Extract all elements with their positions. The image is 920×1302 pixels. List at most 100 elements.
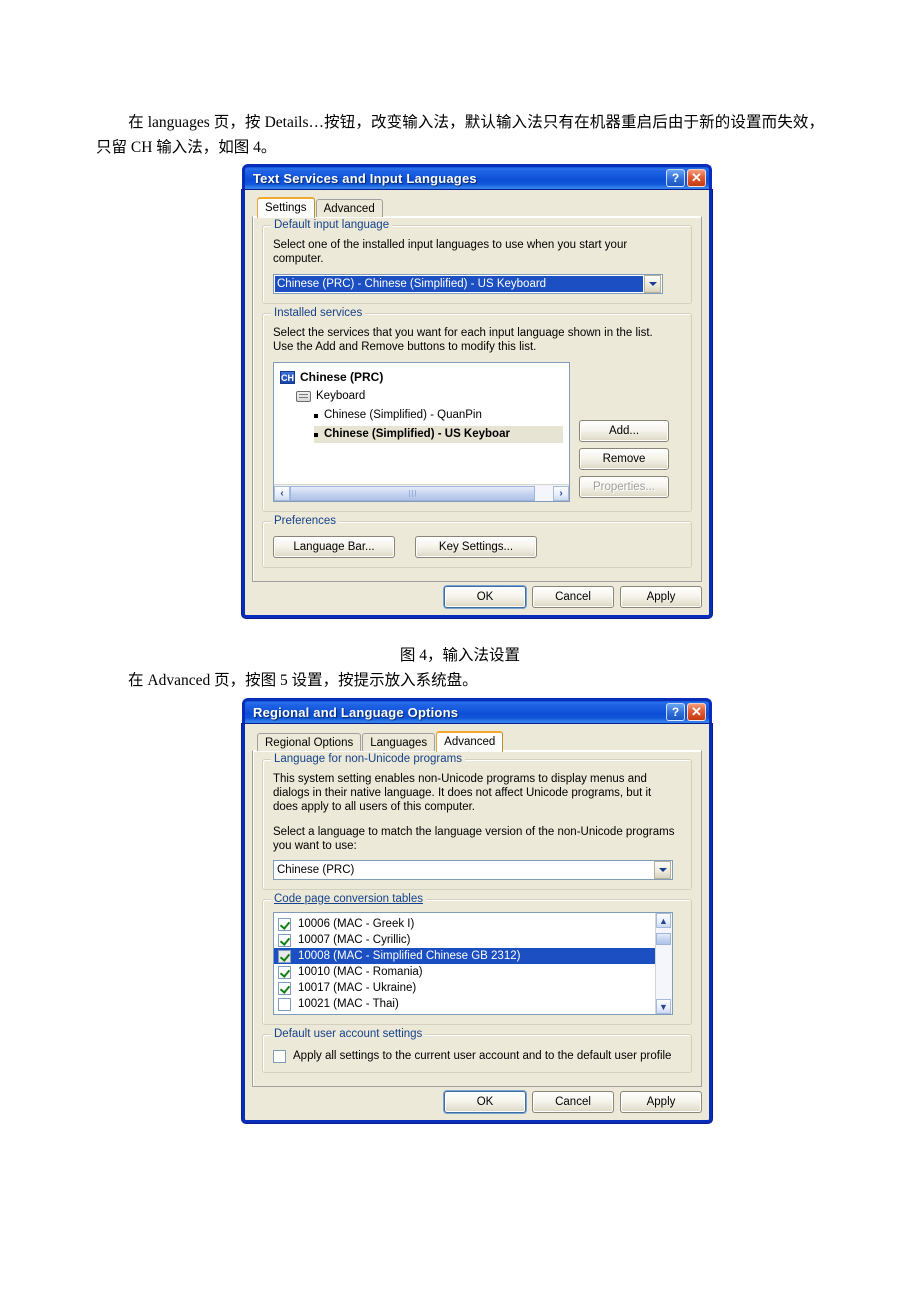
tree-keyboard-label: Keyboard	[316, 390, 366, 402]
dialog2-title: Regional and Language Options	[253, 705, 459, 720]
vscroll-thumb[interactable]	[656, 933, 671, 945]
ch-language-icon: CH	[280, 371, 295, 384]
checkbox-icon[interactable]	[278, 981, 291, 995]
checkbox-icon[interactable]	[278, 949, 291, 963]
default-input-language-value: Chinese (PRC) - Chinese (Simplified) - U…	[275, 276, 643, 292]
tree-service-quanpin[interactable]: Chinese (Simplified) - QuanPin	[314, 408, 563, 423]
list-item[interactable]: 10021 (MAC - Thai)	[274, 996, 672, 1012]
paragraph-intro: 在 languages 页，按 Details…按钮，改变输入法，默认输入法只有…	[96, 110, 824, 160]
tab-languages[interactable]: Languages	[362, 733, 436, 751]
key-settings-button[interactable]: Key Settings...	[415, 536, 537, 558]
non-unicode-language-value: Chinese (PRC)	[277, 864, 355, 876]
dialog1-footer-buttons: OK Cancel Apply	[252, 582, 702, 608]
list-item-label: 10008 (MAC - Simplified Chinese GB 2312)	[298, 950, 521, 962]
hscroll-track[interactable]	[290, 485, 553, 501]
group-default-input-language: Default input language Select one of the…	[262, 219, 692, 304]
help-icon[interactable]: ?	[666, 169, 685, 187]
code-page-listbox[interactable]: 10006 (MAC - Greek I) 10007 (MAC - Cyril…	[273, 912, 673, 1015]
figure-4-caption: 图 4，输入法设置	[399, 647, 521, 664]
dialog2-tabstrip: Regional Options Languages Advanced	[252, 730, 702, 752]
tab-advanced[interactable]: Advanced	[436, 731, 504, 752]
close-icon[interactable]: ✕	[687, 169, 706, 187]
list-item[interactable]: 10007 (MAC - Cyrillic)	[274, 932, 672, 948]
group-preferences: Preferences Language Bar... Key Settings…	[262, 515, 692, 568]
installed-services-treeview[interactable]: CH Chinese (PRC) Keyboard Chinese (Simpl…	[273, 362, 570, 502]
scroll-right-icon[interactable]: ›	[553, 485, 569, 501]
help-icon[interactable]: ?	[666, 703, 685, 721]
treeview-horizontal-scrollbar[interactable]: ‹ ›	[274, 484, 569, 501]
dialog1-window-buttons: ? ✕	[666, 169, 706, 187]
add-button[interactable]: Add...	[579, 420, 669, 442]
chevron-down-icon[interactable]	[654, 861, 671, 879]
default-input-language-description: Select one of the installed input langua…	[273, 239, 628, 265]
default-input-language-combobox[interactable]: Chinese (PRC) - Chinese (Simplified) - U…	[273, 274, 663, 294]
cancel-button[interactable]: Cancel	[532, 586, 614, 608]
ok-button[interactable]: OK	[444, 586, 526, 608]
tree-keyboard-node[interactable]: Keyboard	[296, 389, 563, 404]
dialog1-tabpage-settings: Default input language Select one of the…	[252, 216, 702, 582]
dialog1-title: Text Services and Input Languages	[253, 171, 477, 186]
cancel-button[interactable]: Cancel	[532, 1091, 614, 1113]
keyboard-icon	[296, 391, 311, 402]
installed-services-description: Select the services that you want for ea…	[273, 327, 653, 353]
dialog2-footer-buttons: OK Cancel Apply	[252, 1087, 702, 1113]
bullet-icon	[314, 413, 318, 418]
non-unicode-language-combobox[interactable]: Chinese (PRC)	[273, 860, 673, 880]
properties-button: Properties...	[579, 476, 669, 498]
tree-service-us-keyboard-label: Chinese (Simplified) - US Keyboar	[324, 428, 510, 440]
apply-button[interactable]: Apply	[620, 1091, 702, 1113]
scroll-up-icon[interactable]: ▲	[656, 913, 671, 928]
list-item[interactable]: 10010 (MAC - Romania)	[274, 964, 672, 980]
group-installed-services-title: Installed services	[271, 307, 366, 319]
checkbox-icon[interactable]	[278, 965, 291, 979]
paragraph-advanced: 在 Advanced 页，按图 5 设置，按提示放入系统盘。	[96, 668, 824, 693]
list-item[interactable]: 10006 (MAC - Greek I)	[274, 916, 672, 932]
list-item-label: 10006 (MAC - Greek I)	[298, 918, 415, 930]
scroll-down-icon[interactable]: ▼	[656, 999, 671, 1014]
tab-regional-options[interactable]: Regional Options	[257, 733, 362, 751]
tab-advanced[interactable]: Advanced	[315, 199, 383, 217]
tree-service-quanpin-label: Chinese (Simplified) - QuanPin	[324, 409, 482, 421]
dialog2-body: Regional Options Languages Advanced Lang…	[245, 724, 709, 1120]
remove-button[interactable]: Remove	[579, 448, 669, 470]
paragraph-advanced-text: 在 Advanced 页，按图 5 设置，按提示放入系统盘。	[128, 672, 478, 689]
scroll-left-icon[interactable]: ‹	[274, 485, 290, 501]
close-icon[interactable]: ✕	[687, 703, 706, 721]
non-unicode-description: This system setting enables non-Unicode …	[273, 773, 652, 813]
dialog2-tabpage-advanced: Language for non-Unicode programs This s…	[252, 750, 702, 1087]
apply-all-settings-checkbox[interactable]	[273, 1050, 286, 1063]
apply-all-settings-label: Apply all settings to the current user a…	[293, 1050, 672, 1062]
non-unicode-prompt: Select a language to match the language …	[273, 826, 675, 852]
ok-button[interactable]: OK	[444, 1091, 526, 1113]
group-default-input-language-title: Default input language	[271, 219, 393, 231]
dialog1-body: Settings Advanced Default input language…	[245, 190, 709, 615]
chevron-down-icon[interactable]	[644, 275, 661, 293]
list-item[interactable]: 10017 (MAC - Ukraine)	[274, 980, 672, 996]
list-item-label: 10021 (MAC - Thai)	[298, 998, 399, 1010]
tree-language-node[interactable]: CH Chinese (PRC)	[280, 370, 563, 385]
checkbox-icon[interactable]	[278, 997, 291, 1011]
group-preferences-title: Preferences	[271, 515, 340, 527]
tree-service-us-keyboard[interactable]: Chinese (Simplified) - US Keyboar	[314, 426, 563, 443]
dialog2-titlebar[interactable]: Regional and Language Options ? ✕	[242, 698, 712, 724]
list-item-selected[interactable]: 10008 (MAC - Simplified Chinese GB 2312)	[274, 948, 672, 964]
group-non-unicode: Language for non-Unicode programs This s…	[262, 753, 692, 890]
document-page: 在 languages 页，按 Details…按钮，改变输入法，默认输入法只有…	[0, 0, 920, 1302]
dialog1-tabstrip: Settings Advanced	[252, 196, 702, 218]
checkbox-icon[interactable]	[278, 917, 291, 931]
checkbox-icon[interactable]	[278, 933, 291, 947]
group-code-pages: Code page conversion tables 10006 (MAC -…	[262, 893, 692, 1025]
list-item-label: 10017 (MAC - Ukraine)	[298, 982, 417, 994]
tab-settings[interactable]: Settings	[257, 197, 315, 218]
group-installed-services: Installed services Select the services t…	[262, 307, 692, 512]
hscroll-thumb[interactable]	[290, 485, 535, 501]
group-default-user-account: Default user account settings Apply all …	[262, 1028, 692, 1073]
code-page-vertical-scrollbar[interactable]: ▲ ▼	[655, 913, 672, 1014]
apply-button[interactable]: Apply	[620, 586, 702, 608]
dialog1-titlebar[interactable]: Text Services and Input Languages ? ✕	[242, 164, 712, 190]
paragraph-intro-text: 在 languages 页，按 Details…按钮，改变输入法，默认输入法只有…	[96, 114, 824, 156]
language-bar-button[interactable]: Language Bar...	[273, 536, 395, 558]
group-default-user-account-title: Default user account settings	[271, 1028, 426, 1040]
list-item-label: 10010 (MAC - Romania)	[298, 966, 423, 978]
bullet-icon	[314, 432, 318, 437]
